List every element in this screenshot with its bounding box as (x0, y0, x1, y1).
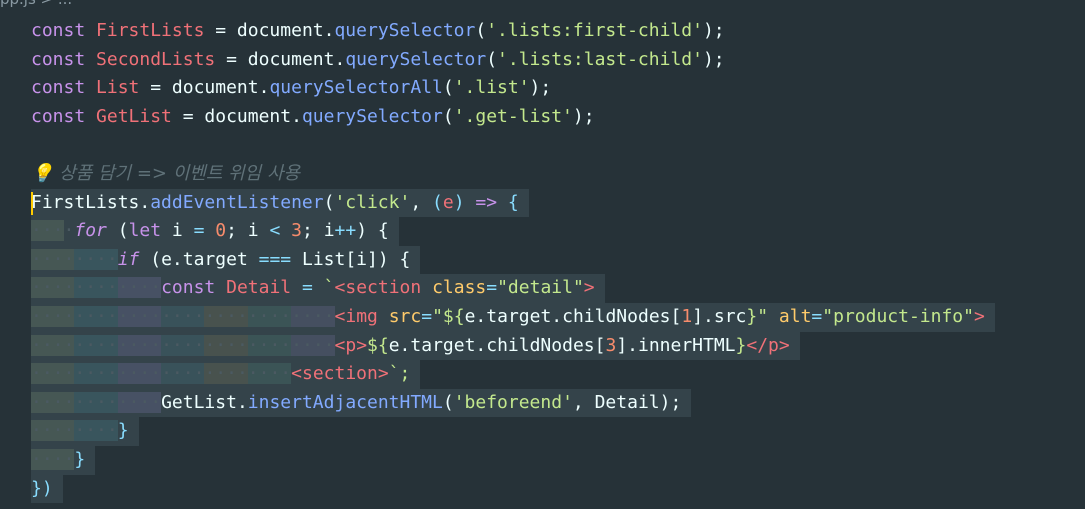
code-line: const GetList = document.querySelector('… (31, 105, 595, 127)
code-line: ····} (0, 445, 1085, 475)
identifier: FirstLists (96, 20, 205, 41)
code-line: ········if (e.target === List[i]) { (0, 245, 1085, 275)
code-line: const FirstLists = document.querySelecto… (31, 20, 725, 41)
code-line: ····························<img src="${… (0, 302, 1085, 332)
breadcrumb[interactable]: pp.js > ... (0, 0, 72, 9)
code-line: ····for (let i = 0; i < 3; i++) { (0, 217, 1085, 246)
code-line: ························<section>`; (0, 360, 1085, 389)
code-editor[interactable]: const FirstLists = document.querySelecto… (0, 17, 1085, 504)
comment-text: 💡 상품 담기 => 이벤트 위임 사용 (31, 162, 301, 184)
code-line: const SecondLists = document.querySelect… (31, 48, 725, 70)
code-line: ············const Detail = `<section cla… (0, 274, 1085, 303)
code-line: const List = document.querySelectorAll('… (31, 77, 552, 99)
keyword: const (31, 20, 86, 41)
code-line: ············GetList.insertAdjacentHTML('… (0, 388, 1085, 418)
code-line: ········} (0, 417, 1085, 446)
code-line-active: FirstLists.addEventListener('click', (e)… (0, 188, 1085, 218)
code-line: ····························<p>${e.targe… (0, 331, 1085, 361)
code-line: }) (0, 474, 1085, 504)
comment-line: 💡 상품 담기 => 이벤트 위임 사용 (0, 160, 1085, 189)
